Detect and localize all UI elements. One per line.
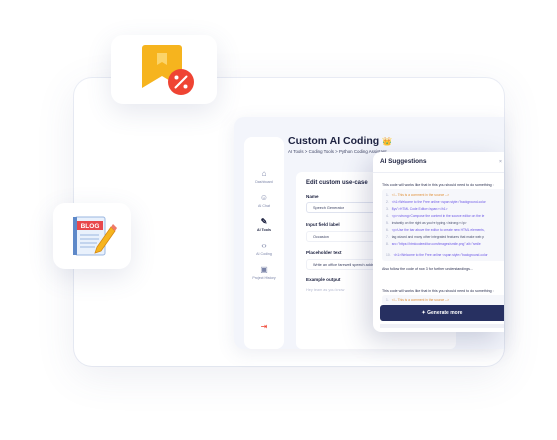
code-line: 10. <h1>Welcome to the Free online <span …	[386, 253, 488, 257]
example-output-label: Example output	[306, 277, 341, 282]
suggestion-intro: This code will works like that in this y…	[382, 183, 494, 187]
sidebar-item-label: Dashboard	[255, 180, 273, 184]
code-line: 7. tag wizard and many other integrated f…	[386, 235, 485, 239]
sidebar-item-label: AI Coding	[256, 252, 272, 256]
ai-suggestions-title: AI Suggestions	[380, 158, 427, 165]
code-line: 8. src="https://htmlcodeeditor.com/images…	[386, 242, 481, 246]
breadcrumb-item[interactable]: AI Tools	[288, 149, 304, 154]
sidebar-item-label: Project History	[252, 276, 276, 280]
page-title: Custom AI Coding 👑	[288, 135, 393, 147]
sidebar-item-label: AI Tools	[257, 228, 271, 232]
input-field-label: Input field label	[306, 222, 340, 227]
blog-label: BLOG	[81, 223, 100, 230]
code-line: 2. <h1>Welcome to the Free online <span s…	[386, 200, 486, 204]
sidebar-item-project-history[interactable]: ▣ Project History	[244, 265, 284, 280]
ai-suggestions-header: AI Suggestions ×	[373, 152, 504, 173]
close-icon[interactable]: ×	[499, 159, 502, 165]
bookmark-discount-icon	[142, 45, 194, 95]
name-label: Name	[306, 194, 319, 199]
logout-icon: ⇥	[260, 322, 268, 331]
breadcrumb: AI Tools > Coding Tools > Python Coding …	[288, 149, 387, 154]
blog-notebook-icon: BLOG	[73, 216, 117, 256]
home-icon: ⌂	[261, 169, 267, 178]
crown-icon: 👑	[382, 137, 393, 146]
code-line: 3. $ys">HTML Code Editor</span></h1>	[386, 207, 448, 211]
sidebar-item-ai-coding[interactable]: ‹› AI Coding	[244, 241, 284, 256]
chat-icon: ☺	[259, 193, 269, 202]
example-output-field[interactable]: Hey team as you know	[306, 288, 344, 292]
panel-footer	[380, 324, 504, 328]
logout-button[interactable]: ⇥	[244, 322, 284, 332]
folder-icon: ▣	[260, 265, 268, 274]
suggestion-intro: This code will works like that in this y…	[382, 289, 494, 293]
sidebar-item-ai-chat[interactable]: ☺ AI Chat	[244, 193, 284, 208]
discount-tile	[111, 35, 217, 104]
generate-more-label: Generate more	[427, 310, 463, 316]
breadcrumb-item[interactable]: Coding Tools	[309, 149, 334, 154]
suggestion-followup: Also follow the code of row 3 for furthe…	[382, 267, 473, 271]
sidebar-item-dashboard[interactable]: ⌂ Dashboard	[244, 169, 284, 184]
wand-icon: ✎	[260, 217, 268, 226]
blog-tile: BLOG	[53, 203, 131, 269]
code-line: 4. <p><strong>Compose the content in the …	[386, 214, 485, 218]
sidebar: ⌂ Dashboard ☺ AI Chat ✎ AI Tools ‹› AI C…	[244, 137, 284, 349]
ai-suggestions-panel: AI Suggestions × This code will works li…	[373, 152, 504, 332]
code-block: 1. <!-- This is a comment in the source -…	[382, 189, 504, 261]
code-icon: ‹›	[261, 241, 267, 250]
code-block: 1. <!-- This is a comment in the source -…	[382, 295, 504, 305]
code-line: 1. <!-- This is a comment in the source -…	[386, 193, 450, 197]
sidebar-item-ai-tools[interactable]: ✎ AI Tools	[244, 217, 284, 232]
code-line: 6. <p>Use the bar above the editor to cre…	[386, 228, 485, 232]
sidebar-item-label: AI Chat	[258, 204, 270, 208]
placeholder-label: Placeholder text	[306, 250, 342, 255]
code-line: 1. <!-- This is a comment in the source -…	[386, 298, 450, 302]
sparkle-icon: ✦	[421, 310, 426, 316]
form-title: Edit custom use-case	[306, 180, 368, 186]
code-line: 5. instantly on the right as you're typin…	[386, 221, 467, 225]
generate-more-button[interactable]: ✦ Generate more	[380, 305, 504, 321]
